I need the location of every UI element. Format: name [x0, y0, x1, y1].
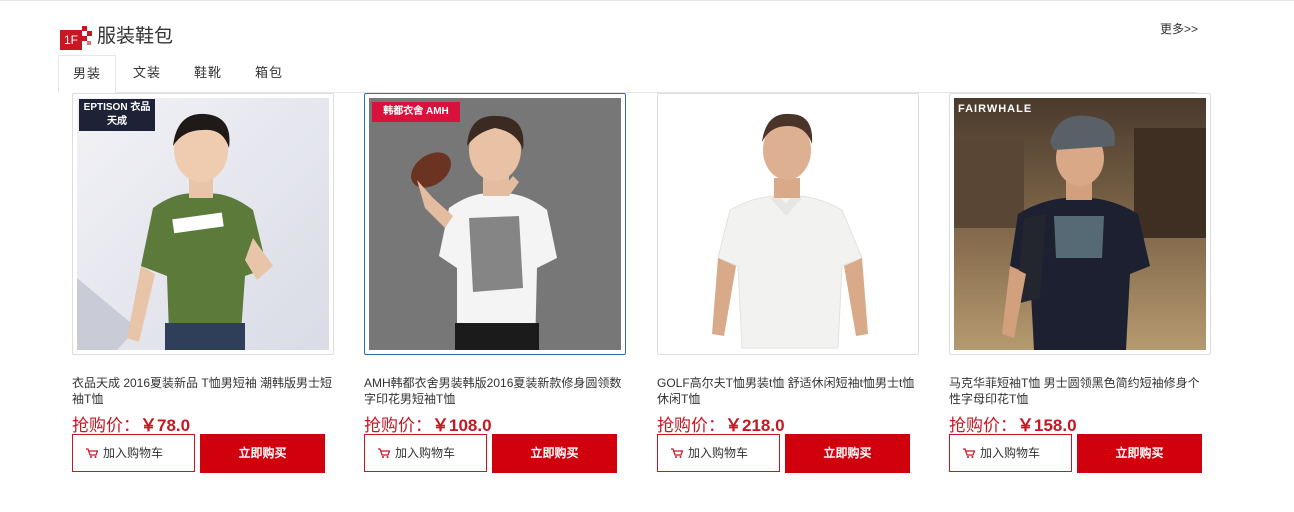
- add-to-cart-button[interactable]: 加入购物车: [72, 434, 195, 472]
- price-label: 抢购价：: [364, 416, 432, 436]
- add-to-cart-button[interactable]: 加入购物车: [949, 434, 1072, 472]
- floor-title: 服装鞋包: [97, 25, 174, 47]
- cart-icon: [378, 448, 390, 458]
- price-label: 抢购价：: [949, 416, 1017, 436]
- product-photo[interactable]: FAIRWHALE: [954, 98, 1206, 350]
- product-image-frame[interactable]: EPTISON 衣品天成: [72, 93, 334, 355]
- add-to-cart-label: 加入购物车: [395, 446, 456, 460]
- add-to-cart-button[interactable]: 加入购物车: [364, 434, 487, 472]
- tab-shoes[interactable]: 鞋靴: [187, 55, 229, 91]
- brand-logo: 韩都衣舍 AMH: [372, 102, 460, 122]
- buy-now-button[interactable]: 立即购买: [200, 434, 325, 473]
- buy-now-button[interactable]: 立即购买: [492, 434, 617, 473]
- product-image-frame[interactable]: FAIRWHALE: [949, 93, 1211, 355]
- product-price: 抢购价：￥108.0: [364, 411, 492, 436]
- product-name[interactable]: AMH韩都衣舍男装韩版2016夏装新款修身圆领数字印花男短袖T恤: [364, 375, 626, 407]
- price-value: ￥108.0: [432, 416, 492, 435]
- cart-icon: [963, 448, 975, 458]
- product-photo[interactable]: EPTISON 衣品天成: [77, 98, 329, 350]
- product-price: 抢购价：￥218.0: [657, 411, 785, 436]
- product-price: 抢购价：￥78.0: [72, 411, 190, 436]
- tab-menswear[interactable]: 男装: [58, 55, 116, 93]
- price-value: ￥78.0: [140, 416, 191, 435]
- product-name[interactable]: 衣品天成 2016夏装新品 T恤男短袖 潮韩版男士短袖T恤: [72, 375, 334, 407]
- price-label: 抢购价：: [72, 416, 140, 436]
- add-to-cart-label: 加入购物车: [103, 446, 164, 460]
- floor-badge: 1F: [60, 26, 94, 50]
- product-name[interactable]: 马克华菲短袖T恤 男士圆领黑色简约短袖修身个性字母印花T恤: [949, 375, 1211, 407]
- add-to-cart-label: 加入购物车: [980, 446, 1041, 460]
- floor-number: 1F: [60, 30, 82, 50]
- product-name[interactable]: GOLF高尔夫T恤男装t恤 舒适休闲短袖t恤男士t恤休闲T恤: [657, 375, 919, 407]
- product-photo[interactable]: 韩都衣舍 AMH: [369, 98, 621, 350]
- brand-logo: EPTISON 衣品天成: [79, 99, 155, 131]
- add-to-cart-button[interactable]: 加入购物车: [657, 434, 780, 472]
- cart-icon: [671, 448, 683, 458]
- product-price: 抢购价：￥158.0: [949, 411, 1077, 436]
- product-image-frame[interactable]: [657, 93, 919, 355]
- price-value: ￥158.0: [1017, 416, 1077, 435]
- buy-now-button[interactable]: 立即购买: [1077, 434, 1202, 473]
- product-photo[interactable]: [662, 98, 914, 350]
- buy-now-button[interactable]: 立即购买: [785, 434, 910, 473]
- product-image-frame[interactable]: 韩都衣舍 AMH: [364, 93, 626, 355]
- tab-womenswear[interactable]: 文装: [126, 55, 168, 91]
- price-label: 抢购价：: [657, 416, 725, 436]
- more-link[interactable]: 更多>>: [1160, 21, 1198, 37]
- brand-logo: FAIRWHALE: [958, 103, 1033, 115]
- add-to-cart-label: 加入购物车: [688, 446, 749, 460]
- cart-icon: [86, 448, 98, 458]
- price-value: ￥218.0: [725, 416, 785, 435]
- category-tabs: 男装 文装 鞋靴 箱包: [58, 55, 1198, 93]
- tab-bags[interactable]: 箱包: [248, 55, 290, 91]
